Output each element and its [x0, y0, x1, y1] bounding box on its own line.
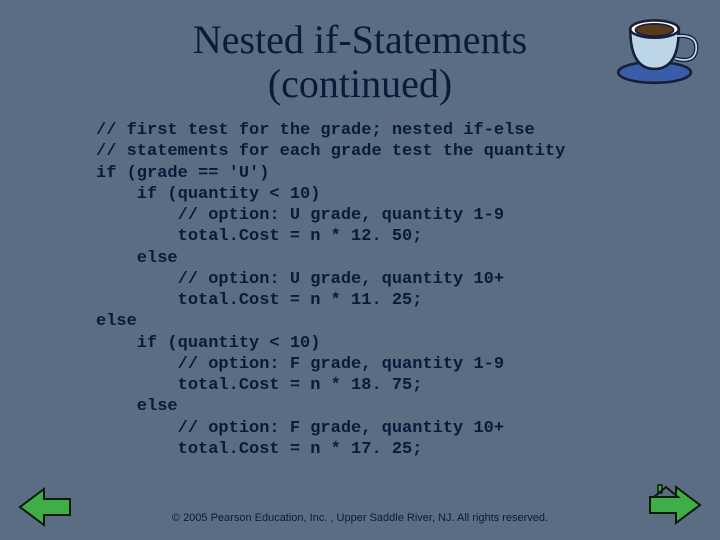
- code-line: else: [96, 397, 178, 416]
- code-line: if (quantity < 10): [96, 185, 320, 204]
- code-line: // option: U grade, quantity 10+: [96, 270, 504, 289]
- code-line: total.Cost = n * 12. 50;: [96, 227, 422, 246]
- code-line: // statements for each grade test the qu…: [96, 142, 565, 161]
- code-line: total.Cost = n * 17. 25;: [96, 440, 422, 459]
- code-line: // option: F grade, quantity 10+: [96, 419, 504, 438]
- code-line: else: [96, 312, 137, 331]
- prev-button[interactable]: [18, 487, 72, 532]
- code-line: // first test for the grade; nested if-e…: [96, 121, 535, 140]
- copyright-footer: © 2005 Pearson Education, Inc. , Upper S…: [0, 512, 720, 524]
- code-line: if (quantity < 10): [96, 334, 320, 353]
- code-line: total.Cost = n * 18. 75;: [96, 376, 422, 395]
- slide: Nested if-Statements (continued) // firs…: [0, 0, 720, 540]
- slide-title: Nested if-Statements (continued): [0, 0, 720, 106]
- code-line: total.Cost = n * 11. 25;: [96, 291, 422, 310]
- code-block: // first test for the grade; nested if-e…: [96, 120, 720, 460]
- code-line: // option: F grade, quantity 1-9: [96, 355, 504, 374]
- prev-arrow-icon: [18, 487, 72, 527]
- coffee-cup-icon: [614, 10, 702, 88]
- code-line: // option: U grade, quantity 1-9: [96, 206, 504, 225]
- code-line: else: [96, 249, 178, 268]
- title-line-1: Nested if-Statements: [193, 17, 527, 62]
- next-house-icon: [648, 483, 702, 527]
- next-button[interactable]: [648, 483, 702, 532]
- code-line: if (grade == 'U'): [96, 164, 269, 183]
- title-line-2: (continued): [268, 61, 452, 106]
